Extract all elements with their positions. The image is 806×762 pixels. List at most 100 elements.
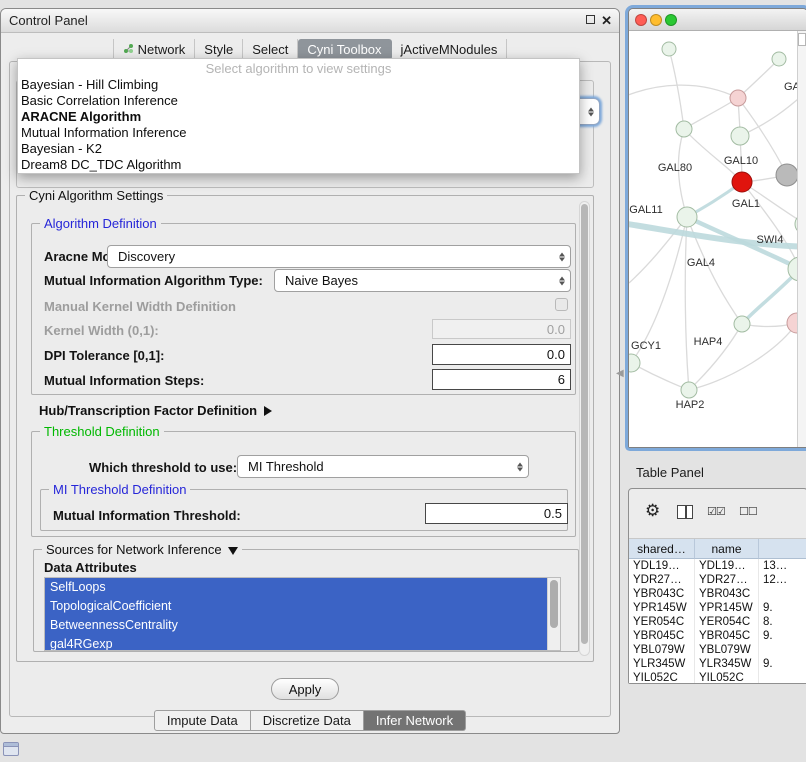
table-cell[interactable]: YIL052C [695, 671, 759, 683]
table-row[interactable]: YLR345WYLR345W9. [629, 657, 806, 671]
network-edge[interactable] [684, 98, 738, 129]
network-node[interactable] [677, 207, 697, 227]
tab-select[interactable]: Select [243, 39, 298, 60]
hub-section-toggle[interactable]: Hub/Transcription Factor Definition [39, 403, 272, 419]
attribute-list[interactable]: SelfLoopsTopologicalCoefficientBetweenne… [44, 577, 561, 651]
table-cell[interactable]: YER054C [629, 615, 695, 629]
close-traffic-icon[interactable] [635, 14, 647, 26]
network-node[interactable] [662, 42, 676, 56]
algorithm-option-bayesian-k2[interactable]: Bayesian - K2 [18, 141, 579, 157]
network-edge[interactable] [685, 217, 689, 390]
table-cell[interactable]: YPR145W [695, 601, 759, 615]
table-cell[interactable] [759, 587, 806, 601]
dpi-tolerance-field[interactable]: 0.0 [432, 344, 571, 365]
table-row[interactable]: YDR27…YDR27…12… [629, 573, 806, 587]
panel-collapse-arrow[interactable]: ◀ [616, 368, 624, 379]
table-row[interactable]: YIL052CYIL052C [629, 671, 806, 683]
table-row[interactable]: YPR145WYPR145W9. [629, 601, 806, 615]
network-edge[interactable] [689, 323, 797, 390]
minimized-panel-icon[interactable] [3, 742, 19, 756]
attribute-item-selfloops[interactable]: SelfLoops [45, 578, 547, 597]
table-cell[interactable]: YBL079W [695, 643, 759, 657]
float-window-icon[interactable] [586, 15, 595, 24]
attribute-item-betweennesscentrality[interactable]: BetweennessCentrality [45, 616, 547, 635]
settings-scrollbar[interactable] [579, 201, 590, 656]
network-node[interactable] [732, 172, 752, 192]
algorithm-option-bayesian-hill-climbing[interactable]: Bayesian - Hill Climbing [18, 77, 579, 93]
network-edge[interactable] [629, 85, 738, 98]
network-window-titlebar[interactable] [629, 9, 806, 31]
network-node[interactable] [730, 90, 746, 106]
table-cell[interactable]: YLR345W [629, 657, 695, 671]
column-header-name[interactable]: name [695, 539, 759, 559]
which-threshold-combo[interactable]: MI Threshold [237, 455, 529, 478]
table-row[interactable]: YER054CYER054C8. [629, 615, 806, 629]
table-cell[interactable]: YDL19… [695, 559, 759, 573]
columns-icon[interactable] [677, 505, 693, 519]
bottom-tab-infer-network[interactable]: Infer Network [364, 710, 466, 731]
attribute-item-gal4rgexp[interactable]: gal4RGexp [45, 635, 547, 651]
algorithm-option-mutual-information-inference[interactable]: Mutual Information Inference [18, 125, 579, 141]
table-cell[interactable]: 13… [759, 559, 806, 573]
table-cell[interactable]: YBR045C [629, 629, 695, 643]
mi-type-combo[interactable]: Naive Bayes [274, 269, 571, 292]
table-row[interactable]: YDL19…YDL19…13… [629, 559, 806, 573]
algorithm-option-dream8-dc-tdc-algorithm[interactable]: Dream8 DC_TDC Algorithm [18, 157, 579, 173]
table-cell[interactable]: 12… [759, 573, 806, 587]
scrollbar-box[interactable] [798, 33, 806, 46]
aracne-mode-combo[interactable]: Discovery [107, 245, 571, 268]
table-cell[interactable] [759, 643, 806, 657]
network-node[interactable] [734, 316, 750, 332]
table-cell[interactable]: YBR045C [695, 629, 759, 643]
manual-kernel-checkbox[interactable] [555, 298, 568, 311]
table-cell[interactable]: YBR043C [629, 587, 695, 601]
mi-steps-field[interactable]: 6 [432, 369, 571, 390]
table-cell[interactable]: YPR145W [629, 601, 695, 615]
network-canvas[interactable]: GALGAL80GAL10GAL11GAL1SWI4GAL4GCY1HAP4YH… [629, 31, 806, 447]
table-cell[interactable]: YER054C [695, 615, 759, 629]
network-graph[interactable]: GALGAL80GAL10GAL11GAL1SWI4GAL4GCY1HAP4YH… [629, 31, 806, 447]
tab-network[interactable]: Network [113, 39, 196, 60]
table-cell[interactable]: YDR27… [695, 573, 759, 587]
tab-style[interactable]: Style [195, 39, 243, 60]
select-all-icon[interactable]: ☑☑ [707, 505, 725, 518]
table-cell[interactable]: 8. [759, 615, 806, 629]
scrollbar-thumb[interactable] [550, 580, 558, 628]
apply-button[interactable]: Apply [271, 678, 339, 700]
kernel-width-field[interactable]: 0.0 [432, 319, 571, 339]
table-cell[interactable] [759, 671, 806, 683]
table-row[interactable]: YBR043CYBR043C [629, 587, 806, 601]
deselect-all-icon[interactable]: ☐☐ [739, 505, 757, 518]
table-cell[interactable]: YDR27… [629, 573, 695, 587]
scrollbar-thumb[interactable] [581, 204, 588, 644]
algorithm-option-aracne-algorithm[interactable]: ARACNE Algorithm [18, 109, 579, 125]
minimize-traffic-icon[interactable] [650, 14, 662, 26]
network-edge[interactable] [631, 363, 689, 390]
mi-threshold-field[interactable]: 0.5 [425, 503, 568, 524]
table-row[interactable]: YBR045CYBR045C9. [629, 629, 806, 643]
network-node[interactable] [681, 382, 697, 398]
network-node[interactable] [772, 52, 786, 66]
table-cell[interactable]: YBR043C [695, 587, 759, 601]
network-edge[interactable] [689, 324, 742, 390]
column-header-shared[interactable]: shared… [629, 539, 695, 559]
table-cell[interactable]: 9. [759, 629, 806, 643]
network-node[interactable] [676, 121, 692, 137]
zoom-traffic-icon[interactable] [665, 14, 677, 26]
attribute-list-scrollbar[interactable] [547, 578, 560, 650]
table-row[interactable]: YBL079WYBL079W [629, 643, 806, 657]
network-scrollbar[interactable] [797, 31, 806, 447]
gear-icon[interactable]: ⚙ [645, 501, 660, 521]
close-icon[interactable]: ✕ [601, 13, 612, 29]
network-node[interactable] [776, 164, 798, 186]
network-edge[interactable] [669, 49, 684, 129]
table-cell[interactable]: YLR345W [695, 657, 759, 671]
tab-jactivemnodules[interactable]: jActiveMNodules [392, 39, 508, 60]
sources-group-title[interactable]: Sources for Network Inference [42, 542, 242, 557]
control-panel-titlebar[interactable]: Control Panel ✕ [1, 9, 619, 33]
network-node[interactable] [731, 127, 749, 145]
tab-cyni-toolbox[interactable]: Cyni Toolbox [298, 39, 391, 60]
table-cell[interactable]: 9. [759, 601, 806, 615]
table-cell[interactable]: YDL19… [629, 559, 695, 573]
table-cell[interactable]: YBL079W [629, 643, 695, 657]
